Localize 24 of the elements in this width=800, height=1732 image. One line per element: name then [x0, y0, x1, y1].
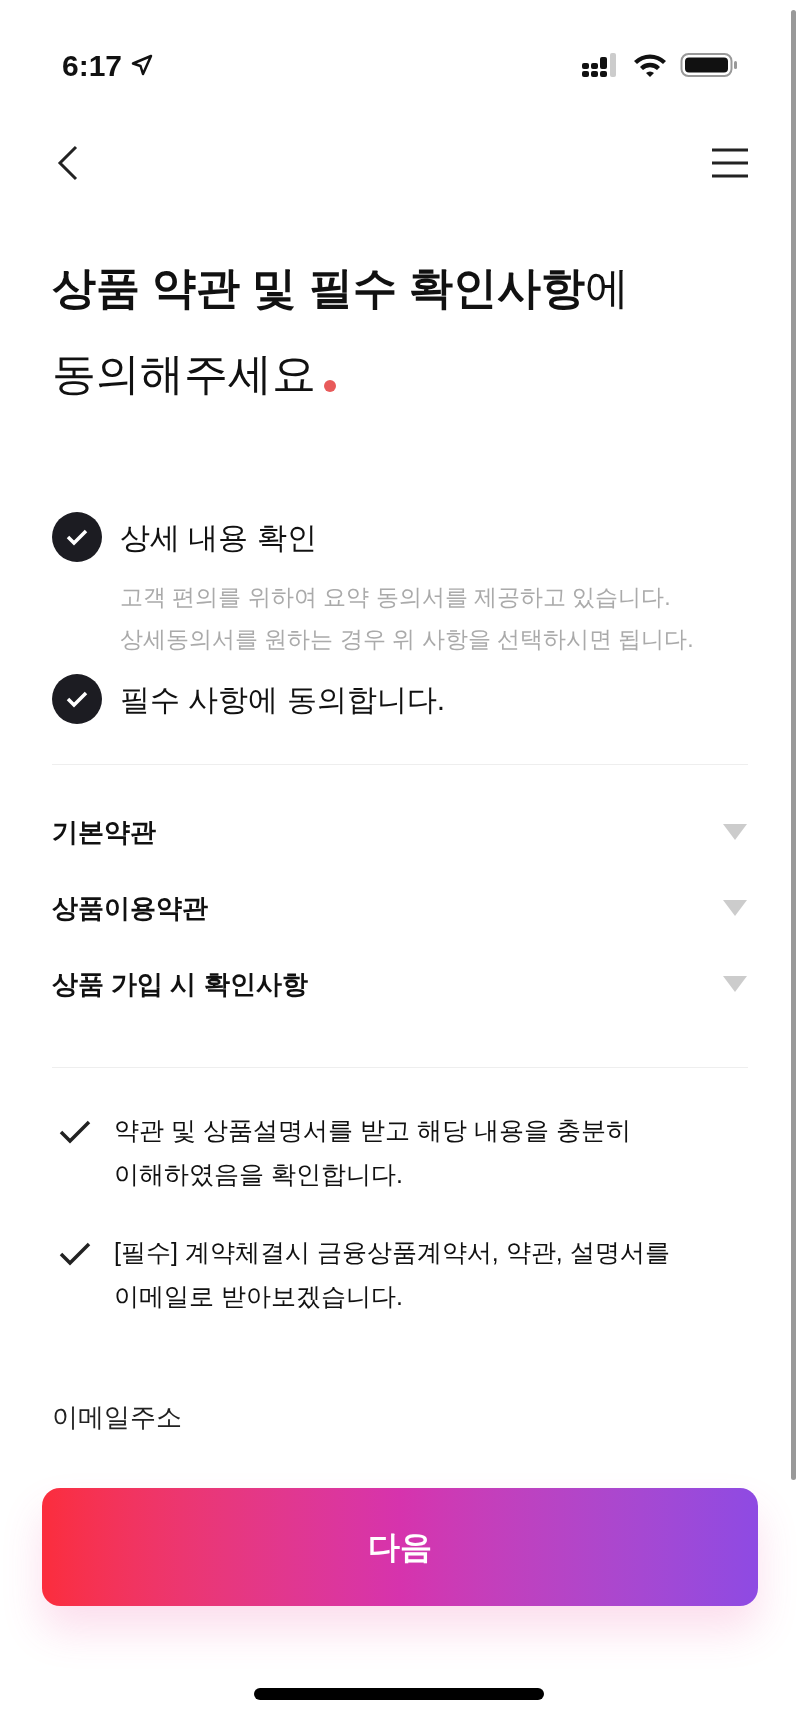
terms-accordion[interactable]: 기본약관	[52, 809, 748, 855]
caret-icon	[722, 974, 748, 994]
page-title: 동의해주세요	[52, 348, 316, 400]
agreement-description: 고객 편의를 위하여 요약 동의서를 제공하고 있습니다. 상세동의서를 원하는 경우 위 사항을 선택하시면 됩니다.	[120, 583, 695, 654]
terms-accordion[interactable]: 상품이용약관	[52, 885, 748, 931]
email-label: 이메일주소	[52, 1402, 182, 1432]
menu-icon	[710, 147, 750, 179]
next-button[interactable]: 다음	[42, 1488, 758, 1606]
consent-text: 약관 및 상품설명서를 받고 해당 내용을 충분히 이해하였음을 확인합니다.	[114, 1115, 632, 1190]
checkmark-icon	[65, 690, 89, 708]
caret-icon	[722, 898, 748, 918]
location-arrow-icon	[130, 53, 155, 77]
check-icon[interactable]	[58, 1118, 92, 1146]
caret-icon	[722, 822, 748, 842]
check-icon[interactable]	[58, 1240, 92, 1268]
page-title: 상품 약관 및 필수 확인사항에	[52, 262, 630, 314]
consent-text: [필수] 계약체결시 금융상품계약서, 약관, 설명서를 이메일로 받아보겠습니다.	[114, 1237, 671, 1312]
agreement-checkbox[interactable]: 상세 내용 확인	[52, 512, 317, 562]
back-chevron-icon	[56, 143, 80, 183]
agreement-checkbox[interactable]: 필수 사항에 동의합니다.	[52, 674, 445, 724]
terms-accordion[interactable]: 상품 가입 시 확인사항	[52, 961, 748, 1007]
status-time: 6:17	[62, 47, 123, 84]
battery-icon	[680, 51, 738, 79]
checkmark-icon	[65, 528, 89, 546]
